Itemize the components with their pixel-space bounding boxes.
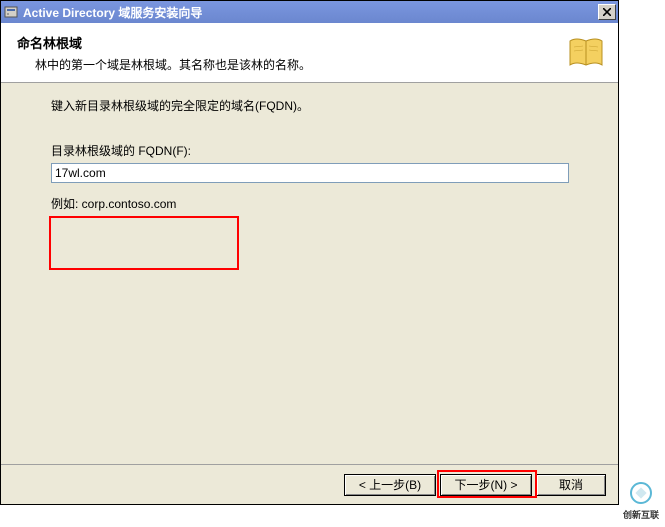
body-panel: 键入新目录林根级域的完全限定的域名(FQDN)。 目录林根级域的 FQDN(F)… [1, 83, 618, 465]
instruction-text: 键入新目录林根级域的完全限定的域名(FQDN)。 [51, 97, 568, 114]
fqdn-label: 目录林根级域的 FQDN(F): [51, 142, 568, 159]
header-panel: 命名林根域 林中的第一个域是林根域。其名称也是该林的名称。 [1, 23, 618, 83]
page-title: 命名林根域 [17, 33, 602, 52]
titlebar: Active Directory 域服务安装向导 [1, 1, 618, 23]
app-icon [3, 4, 19, 20]
cancel-button[interactable]: 取消 [536, 474, 606, 496]
annotation-highlight-label [49, 216, 239, 270]
example-text: 例如: corp.contoso.com [51, 195, 568, 212]
button-bar: < 上一步(B) 下一步(N) > 取消 [1, 464, 618, 504]
titlebar-text: Active Directory 域服务安装向导 [23, 4, 598, 21]
fqdn-field-block: 目录林根级域的 FQDN(F): 例如: corp.contoso.com [51, 142, 568, 212]
back-button[interactable]: < 上一步(B) [344, 474, 436, 496]
fqdn-input[interactable] [51, 163, 569, 183]
watermark-logo-icon [630, 482, 652, 504]
watermark-brand: 创新互联 [623, 508, 659, 521]
book-icon [566, 33, 606, 73]
page-subtitle: 林中的第一个域是林根域。其名称也是该林的名称。 [17, 56, 602, 73]
wizard-dialog: Active Directory 域服务安装向导 命名林根域 林中的第一个域是林… [0, 0, 619, 505]
close-button[interactable] [598, 4, 616, 20]
next-button[interactable]: 下一步(N) > [440, 474, 532, 496]
watermark-sidebar: 创新互联 [619, 0, 663, 527]
